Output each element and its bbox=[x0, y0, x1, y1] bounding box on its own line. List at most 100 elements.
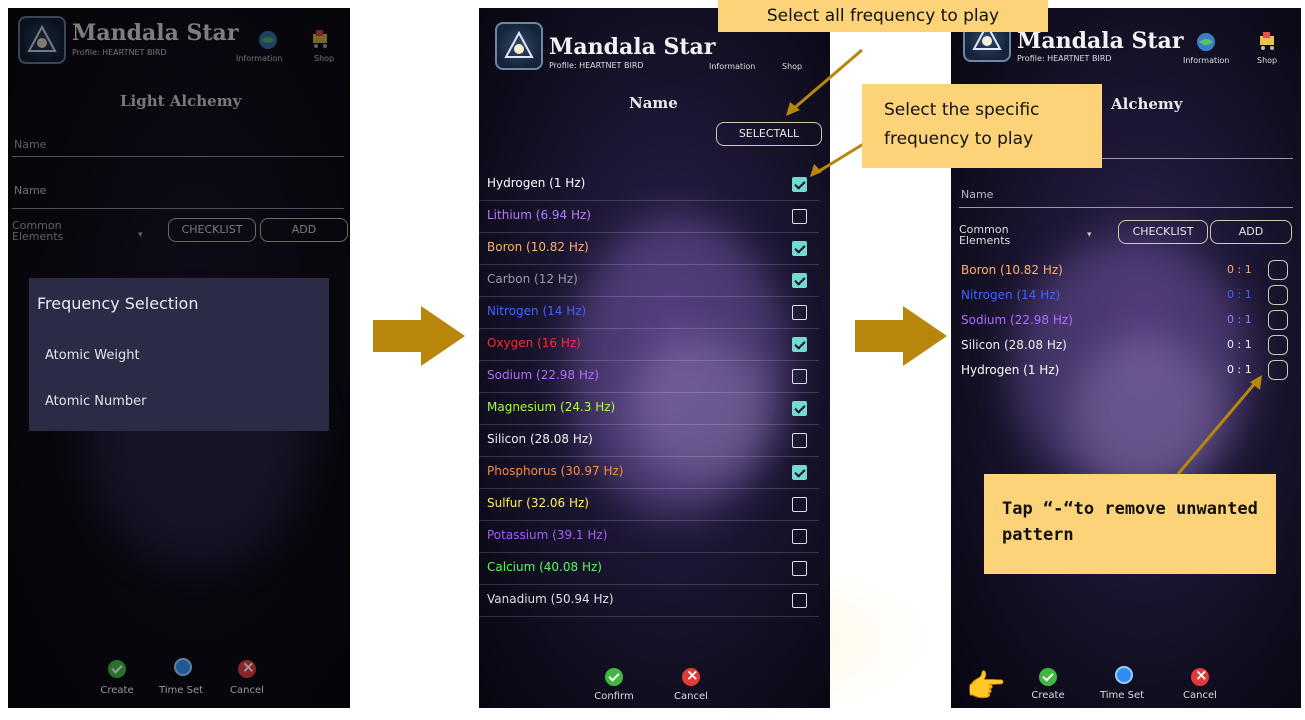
cancel-label[interactable]: Cancel bbox=[1170, 690, 1230, 701]
checklist-row[interactable]: Calcium (40.08 Hz) bbox=[479, 552, 819, 585]
checkbox[interactable] bbox=[792, 401, 807, 416]
element-label: Calcium (40.08 Hz) bbox=[487, 560, 602, 574]
checklist-row[interactable]: Hydrogen (1 Hz) bbox=[479, 168, 819, 201]
checkbox[interactable] bbox=[792, 593, 807, 608]
name-field-label: Name bbox=[961, 188, 994, 201]
page-title: Name bbox=[629, 94, 678, 112]
pattern-label: Sodium (22.98 Hz) bbox=[961, 313, 1073, 327]
pointing-hand-icon: 👉 bbox=[966, 667, 1006, 705]
time-set-icon[interactable] bbox=[1115, 666, 1133, 684]
checklist-row[interactable]: Potassium (39.1 Hz) bbox=[479, 520, 819, 553]
element-label: Silicon (28.08 Hz) bbox=[487, 432, 593, 446]
time-set-icon[interactable] bbox=[174, 658, 192, 676]
right-arrow-icon bbox=[373, 306, 465, 366]
callout-select-specific: Select the specific frequency to play bbox=[862, 84, 1102, 168]
shop-label[interactable]: Shop bbox=[782, 62, 802, 71]
checklist-row[interactable]: Phosphorus (30.97 Hz) bbox=[479, 456, 819, 489]
checklist-row[interactable]: Silicon (28.08 Hz) bbox=[479, 424, 819, 457]
checkbox[interactable] bbox=[792, 305, 807, 320]
element-label: Boron (10.82 Hz) bbox=[487, 240, 589, 254]
checkbox[interactable] bbox=[792, 369, 807, 384]
pattern-ratio[interactable]: 0 : 1 bbox=[1227, 313, 1252, 326]
element-label: Carbon (12 Hz) bbox=[487, 272, 578, 286]
checklist-row[interactable]: Sulfur (32.06 Hz) bbox=[479, 488, 819, 521]
checkbox[interactable] bbox=[792, 433, 807, 448]
name-field-underline bbox=[959, 207, 1293, 208]
time-set-label[interactable]: Time Set bbox=[1092, 690, 1152, 701]
checkbox[interactable] bbox=[792, 241, 807, 256]
checkbox[interactable] bbox=[792, 497, 807, 512]
screen-light-alchemy: Mandala Star Profile: HEARTNET BIRD Info… bbox=[8, 8, 350, 708]
checklist-row[interactable]: Nitrogen (14 Hz) bbox=[479, 296, 819, 329]
element-label: Sodium (22.98 Hz) bbox=[487, 368, 599, 382]
shop-label[interactable]: Shop bbox=[1257, 56, 1277, 65]
create-icon[interactable] bbox=[108, 660, 126, 678]
globe-icon[interactable] bbox=[1196, 32, 1216, 52]
create-icon[interactable] bbox=[1039, 668, 1057, 686]
page-title: Alchemy bbox=[1111, 95, 1183, 113]
information-label[interactable]: Information bbox=[1183, 56, 1229, 65]
time-set-label[interactable]: Time Set bbox=[151, 685, 211, 696]
app-logo bbox=[495, 22, 543, 70]
add-button[interactable]: ADD bbox=[1210, 220, 1292, 244]
remove-pattern-button[interactable] bbox=[1268, 310, 1288, 330]
pattern-ratio[interactable]: 0 : 1 bbox=[1227, 288, 1252, 301]
checkbox[interactable] bbox=[792, 337, 807, 352]
cancel-icon[interactable] bbox=[682, 666, 700, 686]
create-label[interactable]: Create bbox=[87, 685, 147, 696]
cancel-icon[interactable] bbox=[1191, 666, 1209, 686]
checklist-button[interactable]: CHECKLIST bbox=[1118, 220, 1208, 244]
pattern-ratio[interactable]: 0 : 1 bbox=[1227, 263, 1252, 276]
checklist-row[interactable]: Vanadium (50.94 Hz) bbox=[479, 584, 819, 617]
remove-pattern-button[interactable] bbox=[1268, 285, 1288, 305]
checklist-row[interactable]: Sodium (22.98 Hz) bbox=[479, 360, 819, 393]
callout-select-all: Select all frequency to play bbox=[718, 0, 1048, 32]
pattern-label: Silicon (28.08 Hz) bbox=[961, 338, 1067, 352]
frequency-selection-menu: Frequency Selection Atomic Weight Atomic… bbox=[29, 278, 329, 431]
checkbox[interactable] bbox=[792, 177, 807, 192]
checkbox[interactable] bbox=[792, 465, 807, 480]
menu-option-atomic-weight[interactable]: Atomic Weight bbox=[45, 348, 140, 363]
cancel-label[interactable]: Cancel bbox=[661, 691, 721, 702]
pattern-ratio[interactable]: 0 : 1 bbox=[1227, 338, 1252, 351]
element-label: Potassium (39.1 Hz) bbox=[487, 528, 608, 542]
checklist-row[interactable]: Lithium (6.94 Hz) bbox=[479, 200, 819, 233]
remove-pattern-button[interactable] bbox=[1268, 260, 1288, 280]
checkbox[interactable] bbox=[792, 273, 807, 288]
remove-pattern-button[interactable] bbox=[1268, 335, 1288, 355]
profile-label: Profile: HEARTNET BIRD bbox=[549, 61, 644, 70]
cancel-label[interactable]: Cancel bbox=[217, 685, 277, 696]
menu-heading: Frequency Selection bbox=[37, 294, 199, 313]
remove-pattern-button[interactable] bbox=[1268, 360, 1288, 380]
cart-icon[interactable] bbox=[1257, 30, 1277, 50]
cancel-icon[interactable] bbox=[238, 658, 256, 678]
common-elements-dropdown[interactable]: Common Elements bbox=[959, 224, 1019, 246]
create-label[interactable]: Create bbox=[1018, 690, 1078, 701]
element-label: Vanadium (50.94 Hz) bbox=[487, 592, 614, 606]
pattern-label: Hydrogen (1 Hz) bbox=[961, 363, 1060, 377]
checklist-row[interactable]: Oxygen (16 Hz) bbox=[479, 328, 819, 361]
checklist-row[interactable]: Boron (10.82 Hz) bbox=[479, 232, 819, 265]
checkbox[interactable] bbox=[792, 561, 807, 576]
checklist-row[interactable]: Carbon (12 Hz) bbox=[479, 264, 819, 297]
pattern-label: Nitrogen (14 Hz) bbox=[961, 288, 1061, 302]
element-label: Phosphorus (30.97 Hz) bbox=[487, 464, 624, 478]
chevron-down-icon[interactable]: ▾ bbox=[1087, 230, 1092, 240]
checkbox[interactable] bbox=[792, 529, 807, 544]
element-label: Hydrogen (1 Hz) bbox=[487, 176, 586, 190]
information-label[interactable]: Information bbox=[709, 62, 755, 71]
confirm-label[interactable]: Confirm bbox=[584, 691, 644, 702]
screen-frequency-checklist: Mandala Star Profile: HEARTNET BIRD Info… bbox=[479, 8, 830, 708]
pattern-row: Sodium (22.98 Hz) 0 : 1 bbox=[951, 308, 1291, 333]
checkbox[interactable] bbox=[792, 209, 807, 224]
callout-remove-pattern: Tap “-“to remove unwanted pattern bbox=[984, 474, 1276, 574]
profile-label: Profile: HEARTNET BIRD bbox=[1017, 54, 1112, 63]
select-all-button[interactable]: SELECTALL bbox=[716, 122, 822, 146]
checklist-row[interactable]: Magnesium (24.3 Hz) bbox=[479, 392, 819, 425]
confirm-icon[interactable] bbox=[605, 668, 623, 686]
menu-option-atomic-number[interactable]: Atomic Number bbox=[45, 394, 147, 409]
right-arrow-icon bbox=[855, 306, 947, 366]
element-label: Nitrogen (14 Hz) bbox=[487, 304, 587, 318]
element-label: Lithium (6.94 Hz) bbox=[487, 208, 591, 222]
pattern-ratio[interactable]: 0 : 1 bbox=[1227, 363, 1252, 376]
